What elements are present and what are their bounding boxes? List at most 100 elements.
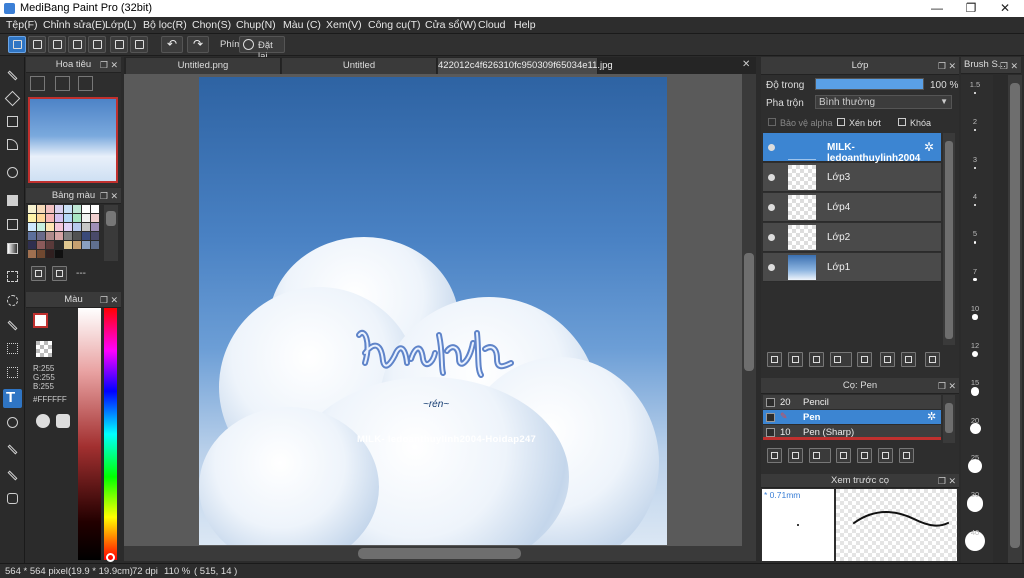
palette-swatch[interactable] (37, 223, 45, 231)
layer-row[interactable]: Lớp3 (763, 163, 941, 192)
merge-layer-icon[interactable] (901, 352, 916, 367)
palette-swatch[interactable] (64, 205, 72, 213)
eye-icon[interactable] (768, 234, 775, 241)
palette-swatch[interactable] (46, 205, 54, 213)
duplicate-layer-icon[interactable] (880, 352, 895, 367)
layer-row[interactable]: Lớp4 (763, 193, 941, 222)
page-icon[interactable] (88, 36, 106, 53)
hue-bar[interactable] (104, 308, 117, 560)
palette-swatch[interactable] (28, 205, 36, 213)
delete-palette-icon[interactable] (52, 266, 67, 281)
palette-swatch[interactable] (46, 214, 54, 222)
hand-tool-icon[interactable] (3, 489, 22, 508)
panel-float-close-icon[interactable]: ❐ ✕ (1000, 58, 1018, 74)
drawing-canvas[interactable]: ~rén~ MILK- ledoanthuylinh2004-Hoidap247 (199, 77, 667, 545)
palette-swatch[interactable] (73, 241, 81, 249)
brush-tool-icon[interactable] (3, 65, 22, 84)
magic-wand-icon[interactable] (3, 315, 22, 334)
add-palette-icon[interactable] (31, 266, 46, 281)
palette-scroll-thumb[interactable] (106, 211, 116, 226)
eye-icon[interactable] (768, 144, 775, 151)
palette-swatch[interactable] (37, 250, 45, 258)
delete-brush-icon[interactable] (899, 448, 914, 463)
panel-float-close-icon[interactable]: ❐ ✕ (100, 58, 118, 73)
layers-scroll-thumb[interactable] (945, 141, 953, 339)
gradient-tool-icon[interactable] (3, 239, 22, 258)
eraser-tool-icon[interactable] (3, 89, 22, 108)
palette-scrollbar[interactable] (104, 205, 118, 261)
layers-scrollbar[interactable] (943, 133, 955, 345)
palette-swatch[interactable] (28, 250, 36, 258)
menu-filter[interactable]: Bộ lọc(R) (143, 19, 187, 31)
close-icon[interactable]: ✕ (988, 0, 1022, 17)
panel-float-close-icon[interactable]: ❐ ✕ (938, 58, 956, 75)
palette-swatch[interactable] (82, 214, 90, 222)
blend-mode-select[interactable]: Bình thường ▼ (815, 95, 952, 109)
brush-scrollbar[interactable] (943, 395, 955, 443)
text-tool-icon[interactable]: T (3, 389, 22, 408)
gear-icon[interactable]: ✲ (924, 140, 934, 154)
menu-select[interactable]: Chọn(S) (192, 19, 231, 31)
folder-icon[interactable] (857, 352, 872, 367)
palette-swatch[interactable] (55, 241, 63, 249)
palette-swatch[interactable] (28, 232, 36, 240)
hue-marker[interactable] (106, 553, 115, 562)
palette-swatch[interactable] (82, 205, 90, 213)
lasso-icon[interactable] (3, 291, 22, 310)
palette-swatch[interactable] (91, 223, 99, 231)
brush-color-checkbox[interactable] (766, 398, 775, 407)
brush-row[interactable]: 10 Pen (Sharp) (763, 425, 941, 440)
palette-swatch[interactable] (73, 214, 81, 222)
select-pen-icon[interactable] (3, 339, 22, 358)
minimize-icon[interactable]: — (920, 0, 954, 17)
menu-help[interactable]: Help (514, 19, 536, 31)
color-saturation-bar[interactable] (78, 308, 101, 560)
antialias-icon[interactable] (8, 36, 26, 53)
menu-layer[interactable]: Lớp(L) (105, 19, 136, 31)
menu-view[interactable]: Xem(V) (326, 19, 362, 31)
palette-swatch[interactable] (37, 241, 45, 249)
brush-size-dot[interactable] (969, 423, 981, 435)
brush-color-checkbox[interactable] (766, 428, 775, 437)
palette-swatch[interactable] (73, 232, 81, 240)
reset-button[interactable]: Đặt lại (239, 36, 285, 62)
zoom-out-icon[interactable] (30, 76, 45, 91)
color-palette-icon[interactable] (56, 414, 70, 428)
palette-swatch[interactable] (82, 241, 90, 249)
canvas-vertical-scroll-thumb[interactable] (744, 253, 754, 371)
duplicate-brush-icon[interactable] (878, 448, 893, 463)
brush-settings-icon[interactable] (836, 448, 851, 463)
menu-tools[interactable]: Công cụ(T) (368, 19, 421, 31)
brush-size-dot[interactable] (973, 277, 977, 282)
tab-image-jpg[interactable]: 422012c4f626310fc950309f65034e11.jpg (438, 58, 613, 74)
brush-size-dot[interactable] (973, 240, 977, 244)
palette-swatch[interactable] (91, 214, 99, 222)
palette-swatch[interactable] (37, 232, 45, 240)
palette-swatch[interactable] (82, 232, 90, 240)
operation-tool-icon[interactable] (3, 413, 22, 432)
canvas-horizontal-scroll-thumb[interactable] (358, 548, 521, 559)
brush-color-checkbox[interactable] (766, 413, 775, 422)
fit-view-icon[interactable] (78, 76, 93, 91)
layer-row[interactable]: Lớp2 (763, 223, 941, 252)
add-layer-dropdown-icon[interactable] (830, 352, 852, 367)
new-1bit-layer-icon[interactable] (809, 352, 824, 367)
palette-swatch[interactable] (73, 223, 81, 231)
eyedropper-icon[interactable] (3, 465, 22, 484)
palette-swatch[interactable] (28, 223, 36, 231)
delete-layer-icon[interactable] (925, 352, 940, 367)
palette-swatch[interactable] (46, 250, 54, 258)
tab-untitled-png[interactable]: Untitled.png (126, 58, 281, 74)
select-rect-icon[interactable] (3, 267, 22, 286)
palette-swatch[interactable] (64, 214, 72, 222)
new-8bit-layer-icon[interactable] (788, 352, 803, 367)
palette-swatch[interactable] (64, 232, 72, 240)
pen-curve-icon[interactable] (3, 135, 22, 154)
brush-row[interactable]: ✎ Pen ✲ (763, 410, 941, 425)
maximize-icon[interactable]: ❐ (954, 0, 988, 17)
palette-swatch[interactable] (55, 223, 63, 231)
lock-checkbox[interactable] (898, 118, 906, 126)
palette-swatch[interactable] (28, 214, 36, 222)
palette-swatch[interactable] (55, 214, 63, 222)
menu-cloud[interactable]: Cloud (478, 19, 505, 31)
